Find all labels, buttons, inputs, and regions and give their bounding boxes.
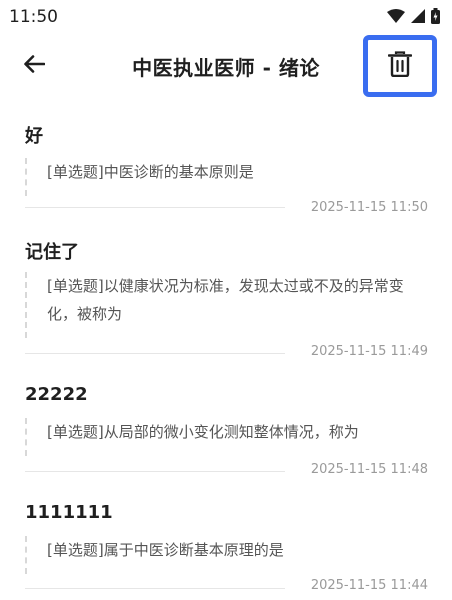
note-title: 记住了 bbox=[25, 242, 79, 263]
question-block: [单选题]从局部的微小变化测知整体情况，称为 bbox=[25, 418, 432, 456]
divider bbox=[25, 207, 285, 208]
timestamp: 2025-11-15 11:49 bbox=[310, 344, 428, 359]
app-bar: 中医执业医师 - 绪论 bbox=[0, 34, 452, 97]
signal-icon bbox=[411, 9, 425, 23]
delete-button[interactable] bbox=[363, 35, 437, 97]
battery-icon bbox=[431, 8, 440, 24]
status-icons bbox=[387, 8, 440, 24]
list-item[interactable]: 1111111 [单选题]属于中医诊断基本原理的是 2025-11-15 11:… bbox=[0, 494, 452, 600]
trash-icon bbox=[387, 51, 413, 81]
timestamp: 2025-11-15 11:50 bbox=[310, 200, 428, 215]
question-text: [单选题]从局部的微小变化测知整体情况，称为 bbox=[47, 423, 359, 441]
divider bbox=[25, 588, 285, 589]
status-bar: 11:50 bbox=[0, 0, 452, 34]
list-item[interactable]: 22222 [单选题]从局部的微小变化测知整体情况，称为 2025-11-15 … bbox=[0, 376, 452, 486]
question-block: [单选题]中医诊断的基本原则是 bbox=[25, 158, 432, 196]
note-title: 1111111 bbox=[25, 502, 113, 523]
question-block: [单选题]属于中医诊断基本原理的是 bbox=[25, 536, 432, 574]
note-title: 22222 bbox=[25, 384, 88, 405]
question-text: [单选题]中医诊断的基本原则是 bbox=[47, 163, 254, 181]
question-text: [单选题]以健康状况为标准，发现太过或不及的异常变化，被称为 bbox=[47, 277, 404, 323]
list-item[interactable]: 好 [单选题]中医诊断的基本原则是 2025-11-15 11:50 bbox=[0, 112, 452, 222]
divider bbox=[25, 471, 285, 472]
question-text: [单选题]属于中医诊断基本原理的是 bbox=[47, 541, 284, 559]
status-time: 11:50 bbox=[9, 7, 58, 27]
timestamp: 2025-11-15 11:48 bbox=[310, 462, 428, 477]
divider bbox=[25, 353, 285, 354]
list-item[interactable]: 记住了 [单选题]以健康状况为标准，发现太过或不及的异常变化，被称为 2025-… bbox=[0, 230, 452, 365]
question-block: [单选题]以健康状况为标准，发现太过或不及的异常变化，被称为 bbox=[25, 272, 418, 338]
wifi-icon bbox=[387, 9, 405, 23]
timestamp: 2025-11-15 11:44 bbox=[310, 578, 428, 593]
note-title: 好 bbox=[25, 126, 43, 147]
